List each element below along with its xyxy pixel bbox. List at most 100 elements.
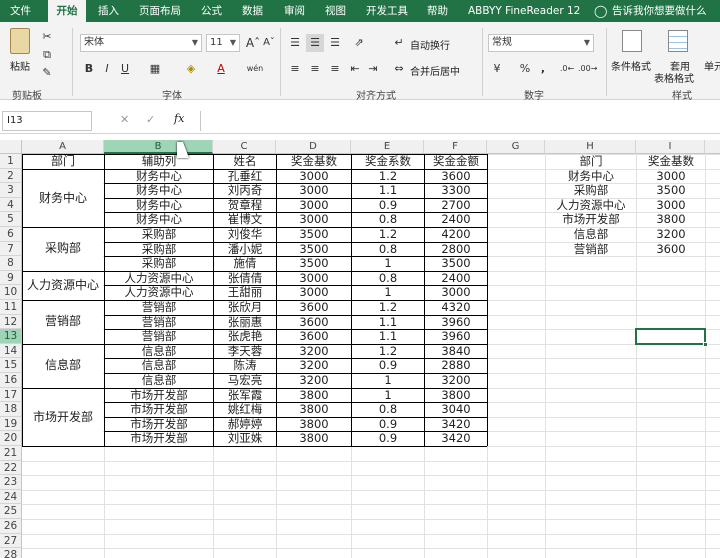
table-cell[interactable]: 0.8: [352, 242, 424, 257]
table-cell[interactable]: 张倩倩: [214, 271, 276, 286]
table-cell[interactable]: 马宏亮: [214, 373, 276, 388]
row-header[interactable]: 14: [0, 343, 22, 359]
lookup-cell[interactable]: 3000: [637, 169, 705, 184]
tab-data[interactable]: 数据: [242, 0, 263, 22]
table-cell[interactable]: 张军霞: [214, 388, 276, 403]
row-header[interactable]: 20: [0, 431, 22, 446]
table-cell[interactable]: 3600: [277, 300, 351, 315]
table-cell[interactable]: 财务中心: [105, 169, 213, 184]
table-cell[interactable]: 市场开发部: [105, 431, 213, 446]
table-cell[interactable]: 3200: [277, 358, 351, 373]
table-cell[interactable]: 3000: [277, 169, 351, 184]
table-cell[interactable]: 1.1: [352, 329, 424, 344]
table-cell[interactable]: 3300: [425, 183, 487, 198]
row-header[interactable]: 27: [0, 533, 22, 549]
row-header[interactable]: 19: [0, 416, 22, 432]
wrap-text-button[interactable]: 自动换行: [410, 37, 450, 52]
format-table-button[interactable]: 表格格式: [654, 70, 694, 85]
table-cell[interactable]: 市场开发部: [105, 417, 213, 432]
table-header-cell[interactable]: 辅助列: [105, 154, 213, 169]
table-cell[interactable]: 1: [352, 285, 424, 300]
table-cell[interactable]: 信息部: [105, 358, 213, 373]
lookup-cell[interactable]: 采购部: [546, 183, 636, 198]
tab-help[interactable]: 帮助: [427, 0, 448, 22]
table-cell[interactable]: 刘丙奇: [214, 183, 276, 198]
table-cell[interactable]: 3600: [277, 329, 351, 344]
table-cell[interactable]: 1.1: [352, 315, 424, 330]
row-header[interactable]: 11: [0, 300, 22, 315]
table-cell[interactable]: 郝婷婷: [214, 417, 276, 432]
column-header-b[interactable]: B: [104, 140, 213, 154]
comma-button[interactable]: ,: [534, 60, 552, 78]
align-top-icon[interactable]: ☰: [286, 34, 304, 52]
decrease-decimal-icon[interactable]: .00→: [578, 60, 597, 78]
table-cell[interactable]: 3000: [277, 271, 351, 286]
font-color-icon[interactable]: A: [212, 60, 230, 78]
table-cell[interactable]: 刘俊华: [214, 227, 276, 242]
table-cell[interactable]: 人力资源中心: [105, 285, 213, 300]
table-cell[interactable]: 3800: [277, 402, 351, 417]
table-cell[interactable]: 3420: [425, 417, 487, 432]
table-cell[interactable]: 市场开发部: [105, 388, 213, 403]
table-cell[interactable]: 3420: [425, 431, 487, 446]
dept-cell[interactable]: 市场开发部: [23, 387, 103, 446]
font-size-select[interactable]: 11 ▼: [206, 34, 240, 52]
table-cell[interactable]: 4320: [425, 300, 487, 315]
row-header[interactable]: 4: [0, 197, 22, 213]
tab-page-layout[interactable]: 页面布局: [139, 0, 181, 22]
table-cell[interactable]: 财务中心: [105, 198, 213, 213]
lookup-header-cell[interactable]: 部门: [546, 154, 636, 169]
tab-insert[interactable]: 插入: [98, 0, 119, 22]
table-cell[interactable]: 贺章程: [214, 198, 276, 213]
table-cell[interactable]: 3500: [425, 256, 487, 271]
row-header[interactable]: 22: [0, 460, 22, 476]
merge-center-button[interactable]: 合并后居中: [410, 63, 460, 78]
table-cell[interactable]: 3960: [425, 329, 487, 344]
table-cell[interactable]: 2800: [425, 242, 487, 257]
italic-button[interactable]: I: [98, 60, 116, 78]
table-cell[interactable]: 3000: [277, 212, 351, 227]
table-cell[interactable]: 1.2: [352, 300, 424, 315]
table-cell[interactable]: 信息部: [105, 344, 213, 359]
tell-me-box[interactable]: 告诉我你想要做什么: [612, 0, 707, 22]
row-header[interactable]: 16: [0, 373, 22, 388]
column-header-a[interactable]: A: [22, 140, 104, 154]
cut-icon[interactable]: ✂: [38, 28, 56, 46]
row-header[interactable]: 25: [0, 504, 22, 519]
table-cell[interactable]: 2400: [425, 212, 487, 227]
table-cell[interactable]: 3960: [425, 315, 487, 330]
table-cell[interactable]: 市场开发部: [105, 402, 213, 417]
table-cell[interactable]: 张丽惠: [214, 315, 276, 330]
conditional-format-button[interactable]: 条件格式: [611, 58, 651, 73]
table-cell[interactable]: 0.9: [352, 431, 424, 446]
lookup-cell[interactable]: 3000: [637, 198, 705, 213]
table-cell[interactable]: 营销部: [105, 329, 213, 344]
paste-icon[interactable]: [10, 28, 30, 54]
row-header[interactable]: 9: [0, 270, 22, 286]
worksheet-grid[interactable]: A B C D E F G H I 1 2 3 4 5 6 7 8 9 10 11 12 13 14 15 16 17 18 19 20…: [0, 140, 720, 558]
table-cell[interactable]: 3500: [277, 227, 351, 242]
table-cell[interactable]: 0.9: [352, 198, 424, 213]
decrease-font-icon[interactable]: Aˇ: [260, 34, 278, 52]
tab-view[interactable]: 视图: [325, 0, 346, 22]
column-header-f[interactable]: F: [424, 140, 487, 154]
percent-button[interactable]: %: [516, 60, 534, 78]
table-cell[interactable]: 李天蓉: [214, 344, 276, 359]
format-painter-icon[interactable]: ✎: [38, 64, 56, 82]
tab-review[interactable]: 审阅: [284, 0, 305, 22]
column-header-h[interactable]: H: [545, 140, 636, 154]
table-cell[interactable]: 3800: [277, 431, 351, 446]
row-header[interactable]: 24: [0, 489, 22, 505]
table-header-cell[interactable]: 奖金系数: [352, 154, 424, 169]
bold-button[interactable]: B: [80, 60, 98, 78]
align-right-icon[interactable]: ≡: [326, 60, 344, 78]
table-cell[interactable]: 1.2: [352, 344, 424, 359]
row-header[interactable]: 5: [0, 212, 22, 227]
column-header-c[interactable]: C: [213, 140, 276, 154]
table-cell[interactable]: 3600: [425, 169, 487, 184]
table-cell[interactable]: 0.8: [352, 402, 424, 417]
row-header[interactable]: 18: [0, 402, 22, 417]
table-cell[interactable]: 1.2: [352, 169, 424, 184]
table-cell[interactable]: 3500: [277, 256, 351, 271]
table-cell[interactable]: 1.2: [352, 227, 424, 242]
